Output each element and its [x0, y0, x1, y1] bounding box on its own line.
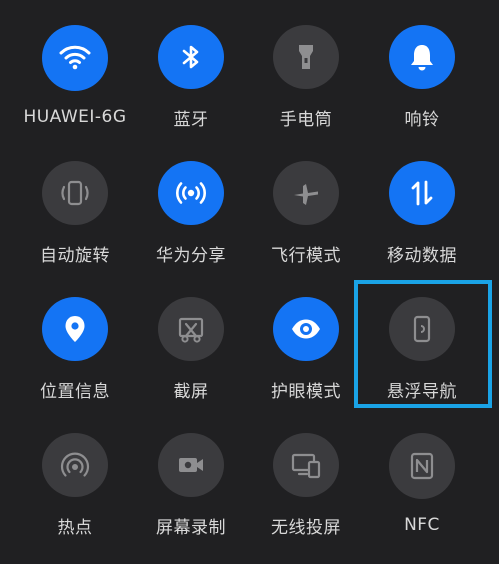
nfc-toggle[interactable] [389, 433, 455, 499]
tile-label: 屏幕录制 [156, 518, 226, 538]
tile-mobile-data[interactable]: 移动数据 [364, 136, 480, 266]
bell-icon [411, 45, 433, 71]
tile-ringer[interactable]: 响铃 [364, 0, 480, 130]
tile-eye-comfort[interactable]: 护眼模式 [248, 272, 364, 402]
screenshot-toggle[interactable] [158, 297, 224, 361]
ringer-toggle[interactable] [389, 25, 455, 89]
tile-wireless-projection[interactable]: 无线投屏 [248, 408, 364, 538]
location-toggle[interactable] [42, 297, 108, 361]
tile-label: 自动旋转 [40, 246, 110, 266]
flashlight-icon [299, 45, 313, 69]
quick-settings-panel: HUAWEI-6G 蓝牙 手电筒 响铃 自动旋转 华为分享 飞行模式 移动数据 … [0, 0, 499, 564]
tile-nfc[interactable]: NFC [364, 408, 480, 538]
highlight-box [354, 280, 492, 408]
eye-comfort-toggle[interactable] [273, 297, 339, 361]
nfc-icon [410, 452, 434, 480]
tile-wifi[interactable]: HUAWEI-6G [17, 0, 133, 130]
wifi-icon [59, 45, 91, 70]
wifi-toggle[interactable] [42, 25, 108, 91]
flashlight-toggle[interactable] [273, 25, 339, 89]
tile-huawei-share[interactable]: 华为分享 [133, 136, 249, 266]
tile-airplane-mode[interactable]: 飞行模式 [248, 136, 364, 266]
share-icon [176, 182, 206, 204]
eye-icon [292, 319, 320, 339]
screenshot-icon [178, 317, 204, 343]
mobile-data-toggle[interactable] [389, 161, 455, 225]
tile-label: 移动数据 [387, 246, 457, 266]
tile-screen-record[interactable]: 屏幕录制 [133, 408, 249, 538]
huawei-share-toggle[interactable] [158, 161, 224, 225]
location-icon [65, 316, 85, 342]
hotspot-toggle[interactable] [42, 433, 108, 497]
mobile-data-icon [411, 180, 433, 206]
bluetooth-toggle[interactable] [158, 25, 224, 89]
bluetooth-icon [182, 45, 199, 69]
tile-label: NFC [404, 515, 440, 535]
tile-label: 飞行模式 [271, 246, 341, 266]
tile-label: 热点 [57, 518, 93, 538]
tile-label: 位置信息 [40, 382, 110, 402]
tile-bluetooth[interactable]: 蓝牙 [133, 0, 249, 130]
tile-label: 护眼模式 [271, 382, 341, 402]
tile-label: 蓝牙 [173, 110, 209, 130]
hotspot-icon [60, 452, 90, 477]
airplane-icon [294, 184, 318, 205]
airplane-mode-toggle[interactable] [273, 161, 339, 225]
tile-label: HUAWEI-6G [23, 107, 127, 127]
tile-label: 响铃 [404, 110, 440, 130]
rotate-icon [61, 180, 89, 206]
screen-record-icon [179, 458, 203, 472]
tile-label: 截屏 [173, 382, 209, 402]
screen-record-toggle[interactable] [158, 433, 224, 497]
wireless-projection-toggle[interactable] [273, 433, 339, 497]
tile-auto-rotate[interactable]: 自动旋转 [17, 136, 133, 266]
tile-label: 手电筒 [279, 110, 333, 130]
tile-screenshot[interactable]: 截屏 [133, 272, 249, 402]
auto-rotate-toggle[interactable] [42, 161, 108, 225]
tile-hotspot[interactable]: 热点 [17, 408, 133, 538]
tile-label: 无线投屏 [271, 518, 341, 538]
wireless-projection-icon [291, 453, 321, 479]
tile-label: 华为分享 [156, 246, 226, 266]
tile-location[interactable]: 位置信息 [17, 272, 133, 402]
tile-flashlight[interactable]: 手电筒 [248, 0, 364, 130]
